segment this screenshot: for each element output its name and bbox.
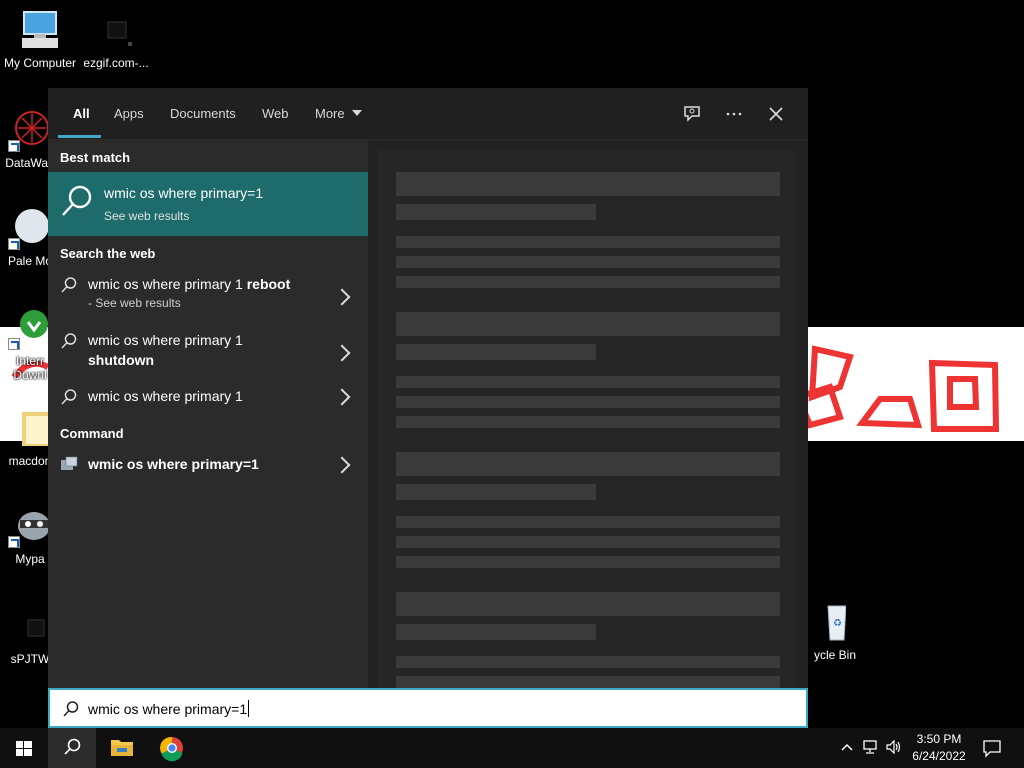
skeleton-bar <box>396 256 780 268</box>
web-result-text: wmic os where primary 1 <box>88 388 243 404</box>
notifications-icon[interactable] <box>982 738 1002 761</box>
desktop-icon-ezgif[interactable]: ezgif.com-... <box>76 8 156 70</box>
taskbar-chrome[interactable] <box>148 728 196 768</box>
skeleton-bar <box>396 344 596 360</box>
skeleton-bar <box>396 236 780 248</box>
tab-documents[interactable]: Documents <box>170 106 236 121</box>
tab-all[interactable]: All <box>73 106 90 121</box>
web-result-text: wmic os where primary 1 reboot <box>88 276 291 292</box>
skeleton-bar <box>396 676 780 688</box>
skeleton-bar <box>396 204 596 220</box>
desktop-icon-label: My Computer <box>3 56 77 70</box>
search-icon <box>62 185 92 216</box>
results-list: Best match wmic os where primary=1 See w… <box>48 140 368 688</box>
download-manager-icon <box>8 306 52 350</box>
command-result-item[interactable]: wmic os where primary=1 <box>48 454 368 478</box>
windows-start-icon <box>16 741 32 756</box>
chevron-right-icon <box>333 344 351 362</box>
datawag-icon <box>8 108 52 152</box>
best-match-title: wmic os where primary=1 <box>104 185 264 201</box>
more-options-icon[interactable] <box>723 104 745 126</box>
pale-moon-icon <box>8 206 52 250</box>
search-input-text: wmic os where primary=1 <box>88 700 250 717</box>
tab-apps[interactable]: Apps <box>114 106 144 121</box>
skeleton-bar <box>396 172 780 196</box>
file-icon <box>94 8 138 52</box>
tab-more[interactable]: More <box>315 106 363 121</box>
active-tab-indicator <box>58 135 101 138</box>
taskbar-clock[interactable]: 3:50 PM 6/24/2022 <box>900 731 978 765</box>
skeleton-bar <box>396 416 780 428</box>
best-match-item[interactable]: wmic os where primary=1 See web results <box>48 172 368 236</box>
web-result-item[interactable]: wmic os where primary 1 <box>48 386 368 410</box>
text-caret <box>248 700 250 717</box>
file-explorer-icon <box>111 740 133 756</box>
web-result-subtitle: - See web results <box>88 296 181 310</box>
command-result-title: wmic os where primary=1 <box>88 456 259 472</box>
raccoon-icon <box>8 504 52 548</box>
tab-more-label: More <box>315 106 345 121</box>
desktop-icon-label: ezgif.com-... <box>83 56 149 70</box>
chevron-right-icon <box>333 388 351 406</box>
search-tabs: All Apps Documents Web More <box>48 88 808 140</box>
search-icon <box>61 277 77 293</box>
web-result-item[interactable]: wmic os where primary 1 reboot - See web… <box>48 274 368 320</box>
show-hidden-icons-chevron-up-icon[interactable] <box>840 740 854 757</box>
search-icon <box>63 701 79 717</box>
web-result-text: wmic os where primary 1 shutdown <box>88 332 243 368</box>
search-panel: All Apps Documents Web More Best match w… <box>48 88 808 688</box>
chevron-right-icon <box>333 288 351 306</box>
command-prompt-icon <box>61 456 78 470</box>
file-icon <box>8 604 52 648</box>
clock-date: 6/24/2022 <box>912 749 966 763</box>
skeleton-bar <box>396 556 780 568</box>
taskbar-search-button[interactable] <box>48 728 96 768</box>
svg-text:♻: ♻ <box>833 618 842 629</box>
search-icon <box>61 389 77 405</box>
search-query: wmic os where primary=1 <box>88 701 248 717</box>
chrome-icon <box>159 736 183 762</box>
preview-pane <box>368 140 808 688</box>
chevron-down-icon <box>352 110 363 116</box>
search-input[interactable]: wmic os where primary=1 <box>48 688 808 728</box>
skeleton-bar <box>396 516 780 528</box>
taskbar: 3:50 PM 6/24/2022 <box>0 728 1024 768</box>
skeleton-bar <box>396 452 780 476</box>
clock-time: 3:50 PM <box>916 732 962 746</box>
skeleton-bar <box>396 396 780 408</box>
skeleton-bar <box>396 376 780 388</box>
skeleton-bar <box>396 276 780 288</box>
web-result-item[interactable]: wmic os where primary 1 shutdown <box>48 330 368 374</box>
shortcut-arrow-icon <box>8 536 20 548</box>
best-match-header: Best match <box>60 150 131 165</box>
chevron-right-icon <box>333 456 351 474</box>
folder-icon <box>8 406 52 450</box>
search-icon <box>64 738 81 755</box>
skeleton-bar <box>396 592 780 616</box>
preview-loading-placeholder <box>378 150 796 688</box>
shortcut-arrow-icon <box>8 238 20 250</box>
computer-icon <box>18 8 62 52</box>
recycle-bin-icon: ♻ <box>802 600 847 644</box>
skeleton-bar <box>396 624 596 640</box>
command-header: Command <box>60 426 124 441</box>
search-web-header: Search the web <box>60 246 156 261</box>
skeleton-bar <box>396 656 780 668</box>
skeleton-bar <box>396 312 780 336</box>
taskbar-file-explorer[interactable] <box>98 728 146 768</box>
shortcut-arrow-icon <box>8 140 20 152</box>
search-icon <box>61 333 77 349</box>
tab-web[interactable]: Web <box>262 106 289 121</box>
shortcut-arrow-icon <box>8 338 20 350</box>
desktop-icon-my-computer[interactable]: My Computer <box>0 8 80 70</box>
network-icon[interactable] <box>862 740 880 757</box>
skeleton-bar <box>396 536 780 548</box>
skeleton-bar <box>396 484 596 500</box>
feedback-icon[interactable] <box>681 104 703 126</box>
start-button[interactable] <box>0 728 48 768</box>
best-match-subtitle: See web results <box>104 209 190 223</box>
close-icon[interactable] <box>765 104 787 126</box>
